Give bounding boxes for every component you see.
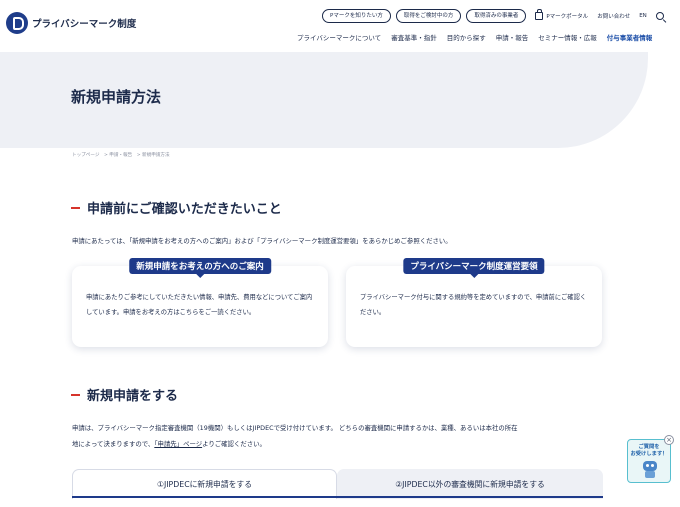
robot-icon (642, 461, 658, 479)
line2-post: よりご確認ください。 (202, 440, 266, 448)
heading-dash (71, 393, 80, 396)
site-logo[interactable]: プライバシーマーク制度 (6, 12, 136, 34)
chat-widget-text: ご質問を お受けします！ (630, 444, 668, 457)
card-tag-guide: 新規申請をお考えの方へのご案内 (129, 258, 271, 278)
contact-link[interactable]: お問い合わせ (597, 12, 630, 20)
page-hero: 新規申請方法 (0, 52, 648, 148)
search-icon[interactable] (655, 12, 664, 20)
nav-about[interactable]: プライバシーマークについて (297, 32, 381, 42)
pill-considering[interactable]: 取得をご検討中の方 (395, 9, 462, 23)
card-guide[interactable]: 新規申請をお考えの方へのご案内 申請にあたりご参考にしていただきたい情報、申請先… (72, 258, 328, 347)
pill-learn-pmark[interactable]: Pマークを知りたい方 (322, 9, 391, 23)
portal-bag-icon (535, 9, 544, 20)
lang-en-link[interactable]: EN (639, 13, 647, 19)
logo-text: プライバシーマーク制度 (32, 19, 137, 30)
tab-other-agency[interactable]: ②JIPDEC以外の審査機関に新規申請をする (337, 469, 603, 499)
card-tag-rules: プライバシーマーク制度運営要領 (403, 258, 545, 278)
nav-purpose[interactable]: 目的から探す (447, 32, 486, 42)
breadcrumb-apply[interactable]: > 申請・報告 (104, 153, 132, 158)
section2-line1: 申請は、プライバシーマーク指定審査機関（19機関）もしくはJIPDECで受け付け… (72, 424, 518, 432)
applicant-page-link[interactable]: 「申請先」ページ (154, 440, 202, 448)
global-nav: プライバシーマークについて 審査基準・指針 目的から探す 申請・報告 セミナー情… (297, 32, 652, 42)
card-body-guide: 申請にあたりご参考にしていただきたい情報、申請先、費用などについてご案内していま… (86, 294, 313, 316)
nav-application[interactable]: 申請・報告 (496, 32, 529, 42)
section-heading-text: 新規申請をする (87, 389, 179, 404)
breadcrumb-current: > 新規申請方法 (136, 153, 170, 158)
utility-nav: Pマークを知りたい方 取得をご検討中の方 取得済みの事業者 Pマークポータル お… (322, 9, 664, 23)
pill-certified[interactable]: 取得済みの事業者 (466, 9, 527, 23)
section2-line2: 地によって決まりますので、「申請先」ページよりご確認ください。 (72, 436, 266, 452)
nav-criteria[interactable]: 審査基準・指針 (391, 32, 437, 42)
site-header: プライバシーマーク制度 Pマークを知りたい方 取得をご検討中の方 取得済みの事業… (0, 0, 680, 52)
breadcrumb: トップページ > 申請・報告 > 新規申請方法 (72, 152, 173, 158)
card-body-rules: プライバシーマーク付与に関する規約等を定めていますので、申請前にご確認ください。 (360, 294, 587, 316)
portal-label: Pマークポータル (546, 14, 589, 20)
nav-seminar[interactable]: セミナー情報・広報 (538, 32, 597, 42)
page-title: 新規申請方法 (71, 88, 162, 106)
privacy-mark-logo-icon (6, 12, 28, 34)
heading-dash (71, 206, 80, 209)
portal-link[interactable]: Pマークポータル (535, 9, 589, 20)
card-rules[interactable]: プライバシーマーク制度運営要領 プライバシーマーク付与に関する規約等を定めていま… (346, 258, 602, 347)
section1-intro: 申請にあたっては、「新規申請をお考えの方へのご案内」および「プライバシーマーク制… (72, 237, 452, 245)
section-heading-apply: 新規申請をする (71, 385, 178, 404)
section-heading-text: 申請前にご確認いただきたいこと (87, 202, 282, 217)
line2-pre: 地によって決まりますので、 (72, 440, 155, 448)
breadcrumb-home[interactable]: トップページ (72, 153, 99, 158)
chat-widget[interactable]: ご質問を お受けします！ (627, 439, 671, 483)
section-heading-confirm: 申請前にご確認いただきたいこと (71, 198, 282, 217)
tab-underline (72, 496, 603, 498)
nav-certified-info[interactable]: 付与事業者情報 (607, 32, 653, 42)
tab-jipdec[interactable]: ①JIPDECに新規申請をする (72, 469, 337, 499)
close-icon[interactable]: × (664, 435, 674, 445)
